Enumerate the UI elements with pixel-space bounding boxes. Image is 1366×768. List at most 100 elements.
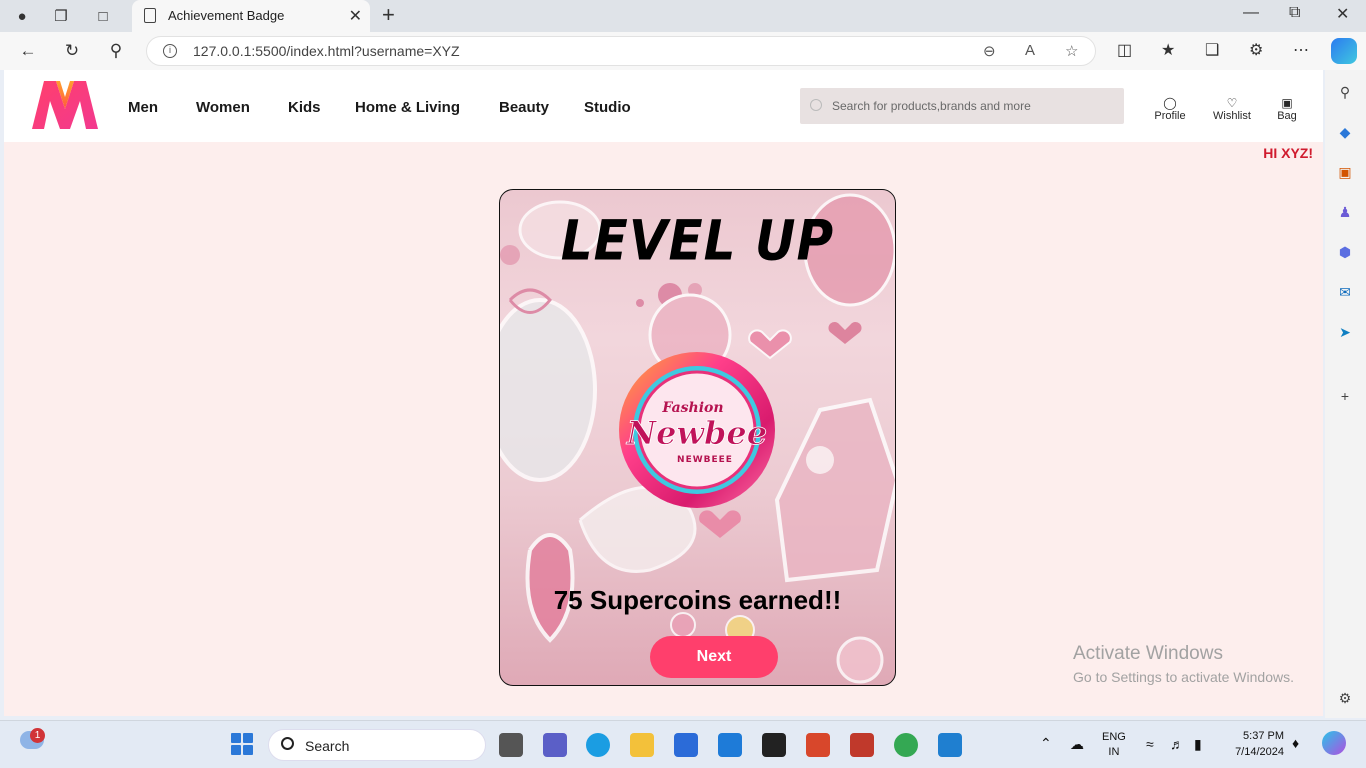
activate-title: Activate Windows: [1073, 643, 1223, 664]
favorites-icon[interactable]: ★: [1161, 40, 1175, 60]
battery-icon[interactable]: ▮: [1194, 736, 1202, 753]
app-icon[interactable]: [850, 733, 874, 757]
browser-tab-strip: ● ❐ □ Achievement Badge ✕ + — ⧉ ✕: [0, 0, 1366, 32]
store-icon[interactable]: [674, 733, 698, 757]
zoom-icon[interactable]: ⊖: [983, 42, 996, 60]
bag-icon: ▣: [1281, 96, 1293, 110]
site-info-icon[interactable]: i: [163, 44, 177, 58]
teams-icon[interactable]: [543, 733, 567, 757]
office-icon[interactable]: [806, 733, 830, 757]
clock-time: 5:37 PM: [1243, 730, 1284, 742]
taskbar-search[interactable]: Search: [268, 729, 486, 761]
address-toolbar: ← ↻ ⚲ i 127.0.0.1:5500/index.html?userna…: [0, 32, 1366, 70]
activate-subtitle: Go to Settings to activate Windows.: [1073, 669, 1294, 685]
taskbar-search-icon: [281, 737, 294, 750]
bag-action[interactable]: ▣ Bag: [1257, 96, 1317, 122]
start-button[interactable]: [231, 733, 253, 755]
tab-title: Achievement Badge: [168, 8, 285, 23]
workspaces-icon[interactable]: ❐: [50, 5, 72, 27]
level-up-title: LEVEL UP: [560, 209, 835, 273]
notification-bell-icon[interactable]: ♦: [1292, 735, 1299, 751]
taskbar-search-label: Search: [305, 738, 350, 754]
favorite-star-icon[interactable]: ☆: [1065, 42, 1078, 60]
read-aloud-icon[interactable]: A: [1025, 42, 1035, 59]
profile-avatar-icon[interactable]: ●: [11, 5, 33, 27]
restore-icon[interactable]: ⧉: [1289, 4, 1300, 22]
heart-icon: ♡: [1226, 96, 1238, 110]
greeting-text: HI XYZ!: [1263, 145, 1313, 161]
close-tab-icon[interactable]: ✕: [349, 6, 362, 26]
profile-label: Profile: [1154, 110, 1186, 122]
collections-icon[interactable]: ❑: [1205, 40, 1219, 60]
language-top: ENG: [1102, 731, 1126, 743]
vscode-icon[interactable]: [938, 733, 962, 757]
nav-studio[interactable]: Studio: [584, 99, 631, 116]
tray-overflow-icon[interactable]: ⌃: [1040, 735, 1052, 752]
copilot-icon[interactable]: [1331, 38, 1357, 64]
badge-text-newbee: Newbee: [626, 414, 767, 452]
profile-action[interactable]: ◯ Profile: [1140, 96, 1200, 122]
shopping-tag-icon[interactable]: ◆: [1335, 122, 1355, 142]
tab-actions-icon[interactable]: □: [92, 5, 114, 27]
nav-beauty[interactable]: Beauty: [499, 99, 549, 116]
supercoins-earned-text: 75 Supercoins earned!!: [553, 585, 842, 615]
new-tab-icon[interactable]: +: [382, 2, 395, 28]
newbee-badge-icon: Fashion Newbee NEWBEEE: [619, 352, 775, 508]
bag-label: Bag: [1277, 110, 1297, 122]
windows-taskbar: 1 Search ⌃ ☁ ENG IN ≈ ♬ ▮ 5:37 PM 7/14/2…: [0, 720, 1366, 768]
search-input[interactable]: [832, 96, 1112, 116]
microsoft-365-icon[interactable]: ⬢: [1335, 242, 1355, 262]
next-button[interactable]: Next: [650, 636, 778, 678]
extensions-icon[interactable]: ⚙: [1249, 40, 1263, 60]
nav-men[interactable]: Men: [128, 99, 158, 116]
edge-sidebar: ⚲ ◆ ▣ ♟ ⬢ ✉ ➤ + ⚙: [1325, 70, 1366, 718]
onedrive-icon[interactable]: ☁: [1070, 736, 1084, 753]
search-icon: [810, 99, 822, 111]
mail-icon[interactable]: [718, 733, 742, 757]
add-sidebar-app-icon[interactable]: +: [1335, 386, 1355, 406]
search-tab-icon[interactable]: ⚲: [104, 39, 128, 63]
nav-home-living[interactable]: Home & Living: [355, 99, 460, 116]
wishlist-action[interactable]: ♡ Wishlist: [1202, 96, 1262, 122]
nav-women[interactable]: Women: [196, 99, 250, 116]
page-viewport: Men Women Kids Home & Living Beauty Stud…: [4, 70, 1323, 716]
tools-icon[interactable]: ▣: [1335, 162, 1355, 182]
tab-achievement-badge[interactable]: Achievement Badge ✕: [132, 0, 370, 32]
myntra-logo-icon[interactable]: [30, 79, 100, 131]
clock-date: 7/14/2024: [1235, 746, 1284, 758]
profile-icon: ◯: [1163, 96, 1177, 110]
volume-icon[interactable]: ♬: [1170, 736, 1184, 752]
achievement-card: LEVEL UP Fashion Newbee NEWBEEE 75 Super…: [499, 189, 896, 686]
task-view-icon[interactable]: [499, 733, 523, 757]
file-explorer-icon[interactable]: [630, 733, 654, 757]
sticky-notes-icon[interactable]: [762, 733, 786, 757]
sidebar-search-icon[interactable]: ⚲: [1335, 82, 1355, 102]
sidebar-settings-icon[interactable]: ⚙: [1335, 688, 1355, 708]
url-field[interactable]: i 127.0.0.1:5500/index.html?username=XYZ…: [146, 36, 1096, 66]
activate-windows-watermark: Activate Windows Go to Settings to activ…: [1073, 643, 1294, 685]
weather-badge: 1: [30, 728, 45, 743]
language-indicator[interactable]: ENG IN: [1102, 731, 1126, 758]
site-header: Men Women Kids Home & Living Beauty Stud…: [4, 70, 1323, 142]
send-icon[interactable]: ➤: [1335, 322, 1355, 342]
copilot-preview-icon[interactable]: [1322, 731, 1346, 755]
minimize-icon[interactable]: —: [1243, 4, 1259, 22]
nav-kids[interactable]: Kids: [288, 99, 321, 116]
games-icon[interactable]: ♟: [1335, 202, 1355, 222]
language-bottom: IN: [1108, 746, 1120, 758]
page-icon: [144, 8, 156, 23]
refresh-icon[interactable]: ↻: [60, 39, 84, 63]
more-menu-icon[interactable]: ⋯: [1293, 40, 1309, 60]
chrome-icon[interactable]: [894, 733, 918, 757]
url-text: 127.0.0.1:5500/index.html?username=XYZ: [193, 43, 460, 59]
product-search: [800, 88, 1124, 124]
clock[interactable]: 5:37 PM 7/14/2024: [1224, 730, 1284, 758]
outlook-icon[interactable]: ✉: [1335, 282, 1355, 302]
back-icon[interactable]: ←: [16, 39, 40, 63]
badge-text-newbeee: NEWBEEE: [677, 455, 733, 465]
wishlist-label: Wishlist: [1213, 110, 1251, 122]
window-close-icon[interactable]: ✕: [1336, 4, 1349, 24]
split-screen-icon[interactable]: ◫: [1117, 40, 1132, 60]
wifi-icon[interactable]: ≈: [1146, 736, 1154, 752]
edge-icon[interactable]: [586, 733, 610, 757]
